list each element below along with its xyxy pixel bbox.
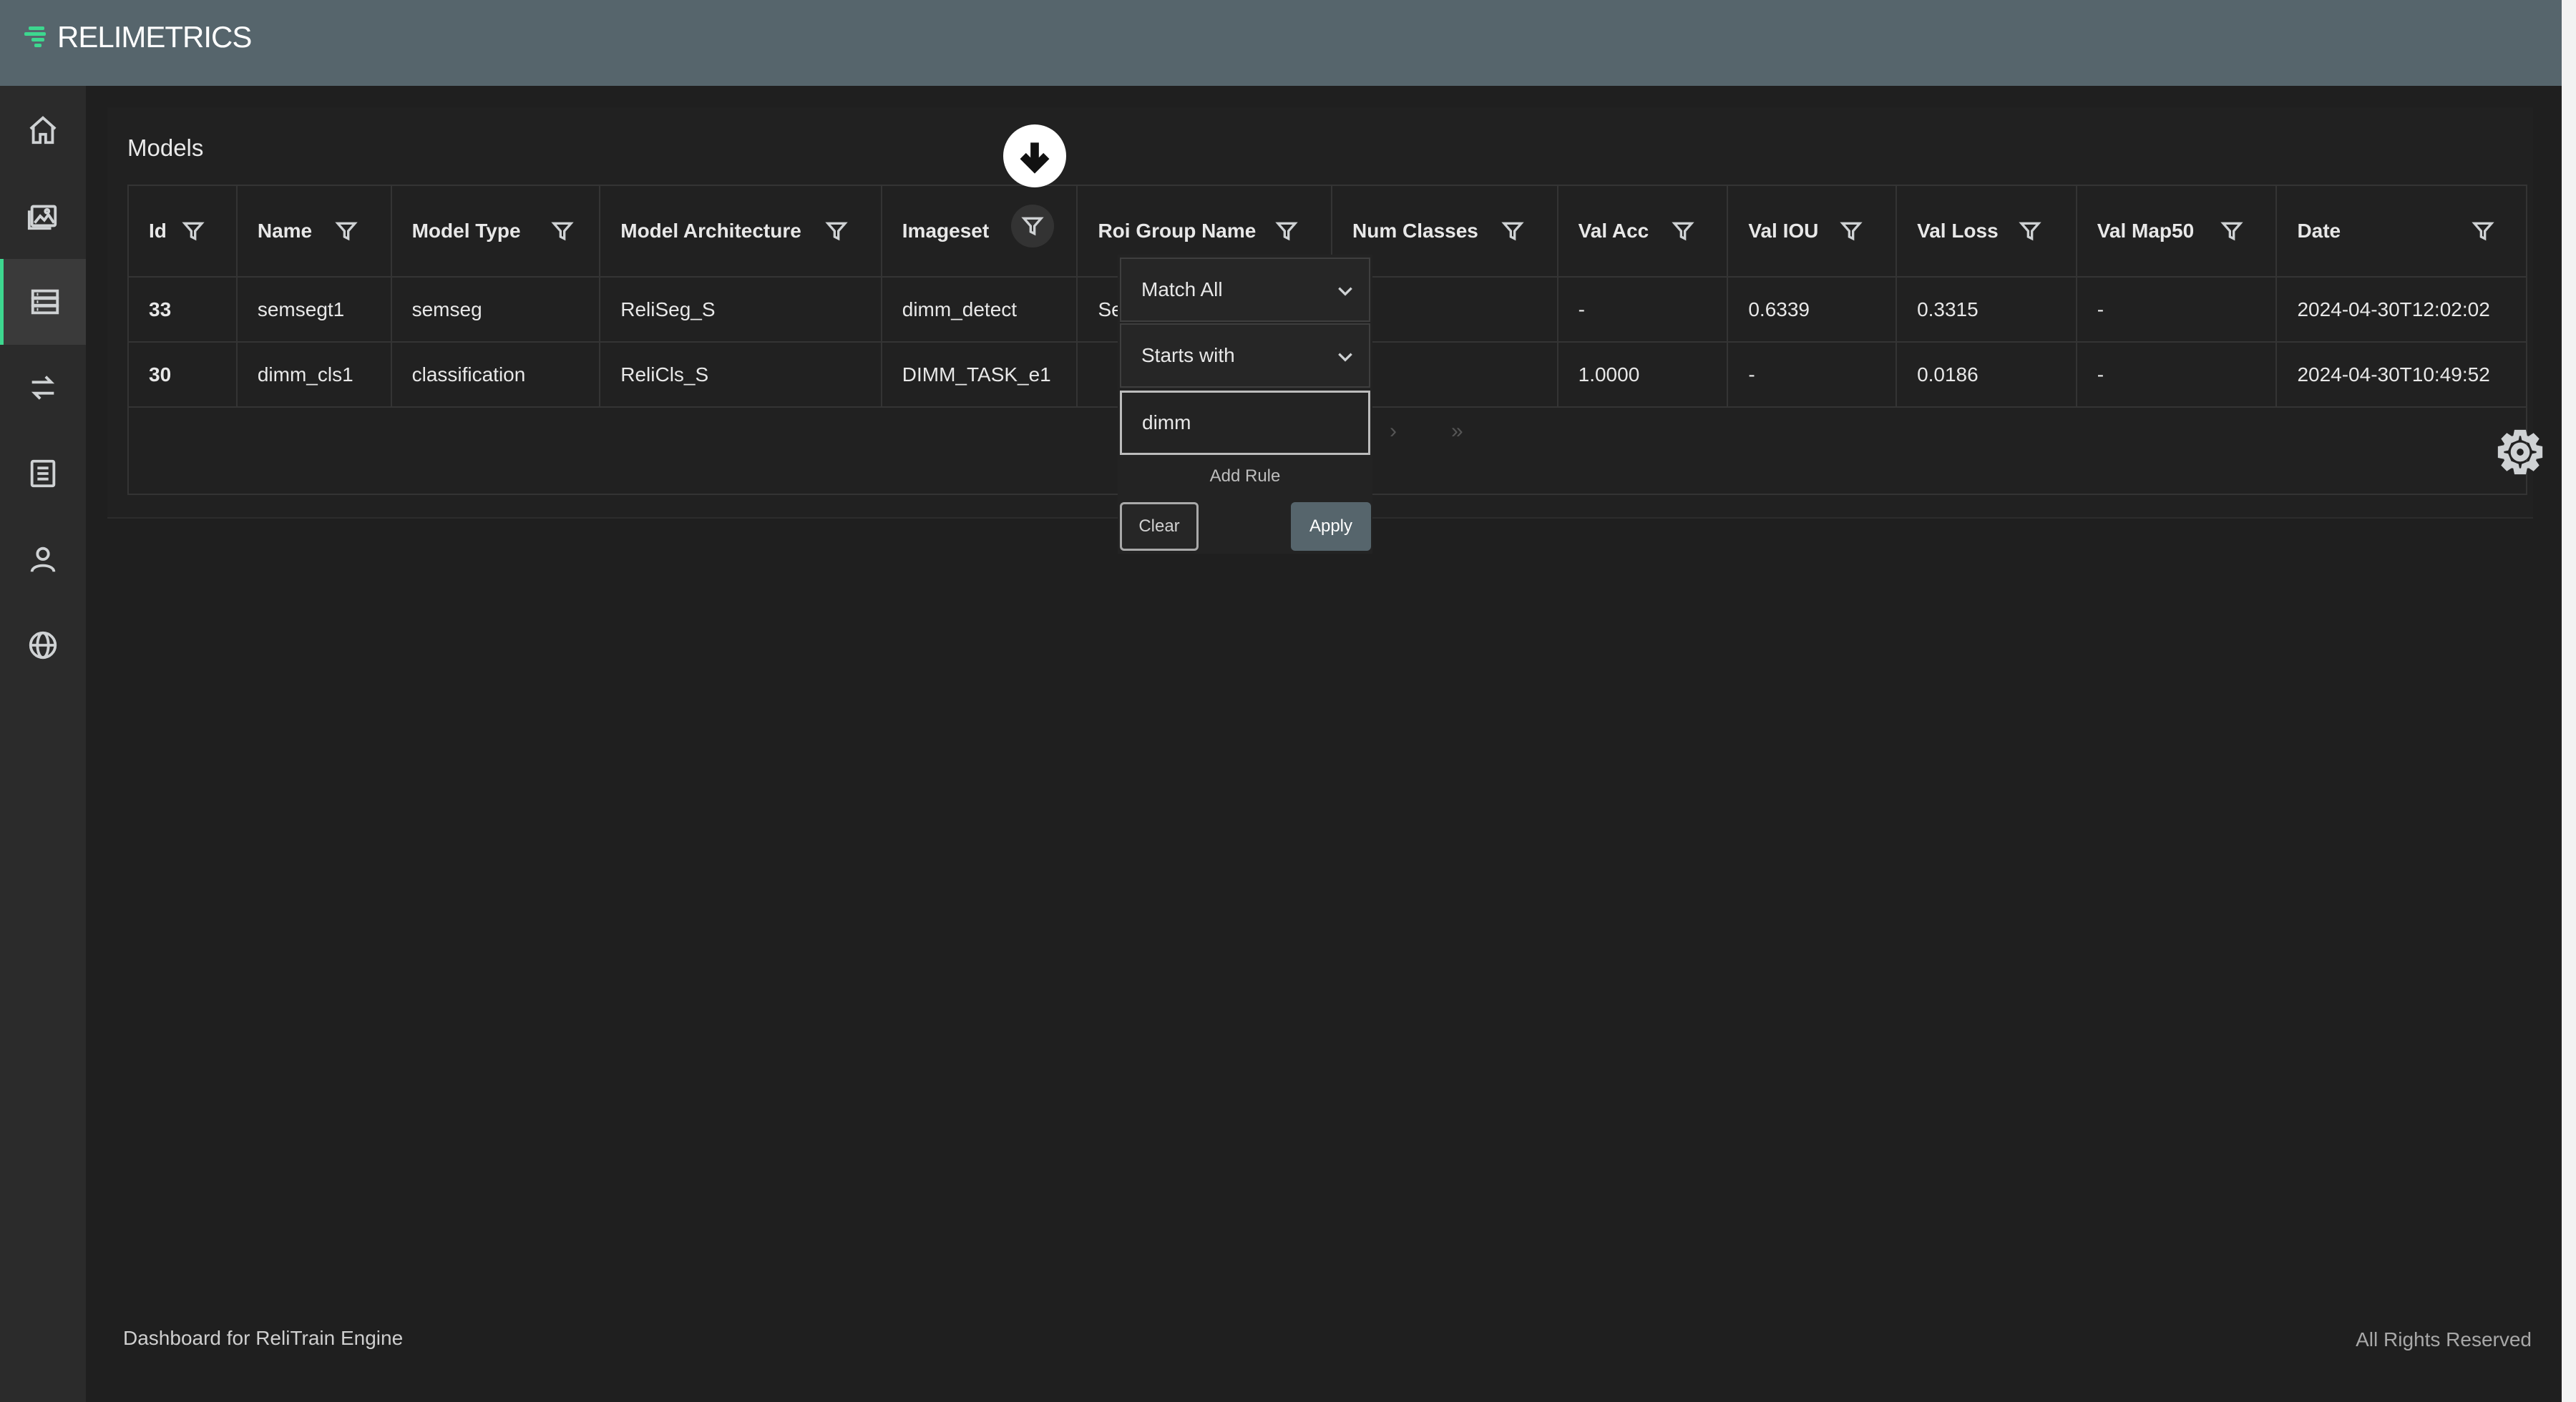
- cell-imageset: dimm_detect: [882, 278, 1078, 343]
- apply-button[interactable]: Apply: [1291, 502, 1371, 551]
- last-page-button[interactable]: »: [1451, 419, 1463, 443]
- settings-button[interactable]: [2492, 423, 2549, 481]
- footer-copyright: All Rights Reserved: [2356, 1328, 2532, 1350]
- column-header-model-architecture[interactable]: Model Architecture: [600, 186, 882, 278]
- cell-val-map50: -: [2077, 278, 2278, 343]
- cell-val-iou: -: [1728, 343, 1898, 408]
- column-header-model-type[interactable]: Model Type: [391, 186, 601, 278]
- column-header-date[interactable]: Date: [2277, 186, 2527, 278]
- filter-icon[interactable]: [1840, 220, 1863, 242]
- sidebar-item-images[interactable]: [0, 173, 86, 259]
- sidebar-item-models[interactable]: [0, 259, 86, 345]
- scrollbar[interactable]: [2562, 0, 2576, 1402]
- arrow-down-icon: [1003, 124, 1066, 187]
- cell-model-type: semseg: [391, 278, 601, 343]
- cell-val-loss: 0.3315: [1897, 278, 2077, 343]
- filter-icon[interactable]: [2220, 220, 2243, 242]
- cell-date: 2024-04-30T12:02:02: [2277, 278, 2527, 343]
- database-icon: [31, 289, 59, 315]
- cell-model-type: classification: [391, 343, 601, 408]
- cell-val-acc: -: [1558, 278, 1729, 343]
- user-icon: [30, 546, 56, 572]
- column-header-imageset[interactable]: Imageset: [882, 186, 1078, 278]
- filter-icon[interactable]: [182, 220, 205, 242]
- filter-icon[interactable]: [825, 220, 848, 242]
- sidebar-item-home[interactable]: [0, 87, 86, 173]
- filter-icon[interactable]: [1671, 220, 1694, 242]
- cell-name: semsegt1: [237, 278, 392, 343]
- cell-model-architecture: ReliSeg_S: [600, 278, 882, 343]
- document-icon: [30, 459, 56, 488]
- page-title: Models: [127, 134, 204, 161]
- filter-popup: Match All Starts with dimm Add Rule Clea…: [1118, 255, 1372, 554]
- filter-icon[interactable]: [550, 220, 574, 242]
- filter-icon[interactable]: [335, 220, 358, 242]
- footer-text: Dashboard for ReliTrain Engine: [123, 1327, 404, 1349]
- next-page-button[interactable]: ›: [1390, 419, 1397, 443]
- cell-id: 33: [129, 278, 238, 343]
- filter-icon[interactable]: [2019, 220, 2041, 242]
- filter-icon[interactable]: [1010, 205, 1054, 247]
- filter-icon[interactable]: [1501, 220, 1524, 242]
- column-header-val-map50[interactable]: Val Map50: [2077, 186, 2278, 278]
- logo-text: RELIMETRICS: [57, 20, 252, 54]
- chevron-down-icon: [1336, 348, 1355, 366]
- globe-icon: [29, 631, 57, 660]
- image-icon: [27, 205, 57, 230]
- logo-icon: [24, 22, 54, 52]
- top-bar: RELIMETRICS: [0, 0, 2562, 86]
- cell-id: 30: [129, 343, 238, 408]
- column-header-val-loss[interactable]: Val Loss: [1897, 186, 2077, 278]
- logo[interactable]: RELIMETRICS: [24, 20, 252, 54]
- filter-icon[interactable]: [1275, 220, 1299, 242]
- add-rule-button[interactable]: Add Rule: [1118, 466, 1372, 486]
- sidebar: [0, 86, 86, 1402]
- sidebar-item-transfer[interactable]: [0, 345, 86, 431]
- column-header-id[interactable]: Id: [129, 186, 238, 278]
- cell-val-loss: 0.0186: [1897, 343, 2077, 408]
- cell-model-architecture: ReliCls_S: [600, 343, 882, 408]
- sidebar-item-global[interactable]: [0, 602, 86, 688]
- transfer-icon: [31, 376, 55, 400]
- filter-value-input[interactable]: dimm: [1120, 391, 1370, 455]
- home-icon: [29, 116, 57, 144]
- filter-icon[interactable]: [2472, 220, 2495, 242]
- chevron-down-icon: [1336, 282, 1355, 300]
- cell-name: dimm_cls1: [237, 343, 392, 408]
- column-header-val-acc[interactable]: Val Acc: [1558, 186, 1729, 278]
- condition-dropdown[interactable]: Starts with: [1120, 323, 1370, 388]
- sidebar-item-users[interactable]: [0, 516, 86, 602]
- match-mode-dropdown[interactable]: Match All: [1120, 258, 1370, 322]
- cell-imageset: DIMM_TASK_e1: [882, 343, 1078, 408]
- cell-val-iou: 0.6339: [1728, 278, 1898, 343]
- column-header-val-iou[interactable]: Val IOU: [1728, 186, 1898, 278]
- column-header-name[interactable]: Name: [237, 186, 392, 278]
- clear-button[interactable]: Clear: [1120, 502, 1199, 551]
- cell-date: 2024-04-30T10:49:52: [2277, 343, 2527, 408]
- sidebar-item-documents[interactable]: [0, 431, 86, 516]
- cell-val-acc: 1.0000: [1558, 343, 1729, 408]
- gear-icon: [2497, 429, 2543, 475]
- cell-val-map50: -: [2077, 343, 2278, 408]
